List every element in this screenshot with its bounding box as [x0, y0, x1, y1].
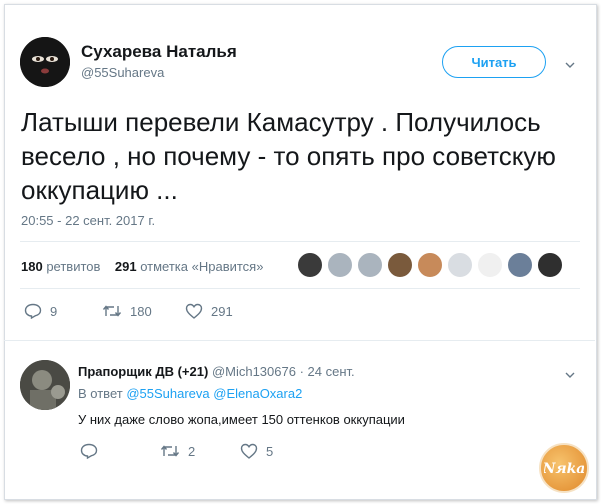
reply-like-count: 5 [266, 443, 274, 459]
reply-author-name[interactable]: Прапорщик ДВ (+21) [78, 364, 208, 379]
reply-to-prefix: В ответ [78, 386, 123, 401]
reply-date[interactable]: · 24 сент. [300, 364, 355, 379]
divider [4, 340, 595, 341]
watermark-logo: Nяka [539, 443, 589, 493]
likes-count[interactable]: 291 [115, 259, 137, 274]
reply-like-action[interactable]: 5 [240, 443, 273, 459]
tweet-text: Латыши перевели Камасутру . Получилось в… [21, 107, 556, 205]
divider [20, 241, 580, 242]
reply-count: 9 [50, 303, 58, 319]
author-name[interactable]: Сухарева Наталья [81, 42, 237, 62]
chevron-down-icon[interactable] [565, 57, 575, 68]
liker-avatar[interactable] [476, 251, 504, 279]
divider [20, 288, 580, 289]
heart-icon [240, 443, 258, 459]
liker-avatar[interactable] [506, 251, 534, 279]
liker-avatar[interactable] [296, 251, 324, 279]
liker-avatar[interactable] [536, 251, 564, 279]
liker-avatar[interactable] [356, 251, 384, 279]
retweet-icon [160, 445, 180, 457]
author-handle[interactable]: @55Suhareva [81, 65, 164, 80]
reply-icon [24, 303, 42, 319]
heart-icon [185, 303, 203, 319]
liker-avatar[interactable] [326, 251, 354, 279]
reply-author-avatar[interactable] [20, 360, 70, 410]
author-avatar[interactable] [20, 37, 70, 87]
reply-header: Прапорщик ДВ (+21) @Mich130676 · 24 сент… [78, 364, 355, 379]
reply-retweet-count: 2 [188, 443, 196, 459]
reply-action[interactable]: 9 [24, 303, 57, 319]
reply-icon [80, 443, 98, 459]
reply-to-users-link[interactable]: @55Suhareva @ElenaOxara2 [126, 386, 302, 401]
tweet-timestamp[interactable]: 20:55 - 22 сент. 2017 г. [21, 213, 155, 228]
like-count: 291 [211, 303, 233, 319]
liker-avatar[interactable] [386, 251, 414, 279]
likes-label[interactable]: отметка «Нравится» [140, 259, 263, 274]
reply-author-handle[interactable]: @Mich130676 [212, 364, 296, 379]
retweet-action[interactable]: 180 [102, 303, 152, 319]
reply-retweet-action[interactable]: 2 [160, 443, 195, 459]
reply-reply-action[interactable] [80, 443, 106, 459]
engagement-stats: 180 ретвитов 291 отметка «Нравится» [21, 259, 263, 274]
likers-avatars [296, 251, 564, 279]
liker-avatar[interactable] [446, 251, 474, 279]
like-action[interactable]: 291 [185, 303, 233, 319]
retweets-count[interactable]: 180 [21, 259, 43, 274]
reply-to-line: В ответ @55Suhareva @ElenaOxara2 [78, 386, 302, 401]
chevron-down-icon[interactable] [565, 367, 575, 378]
retweets-label[interactable]: ретвитов [46, 259, 100, 274]
follow-button[interactable]: Читать [442, 46, 546, 78]
liker-avatar[interactable] [416, 251, 444, 279]
svg-text:Nяka: Nяka [544, 461, 584, 477]
retweet-count: 180 [130, 303, 152, 319]
reply-text: У них даже слово жопа,имеет 150 оттенков… [78, 412, 405, 427]
retweet-icon [102, 305, 122, 317]
